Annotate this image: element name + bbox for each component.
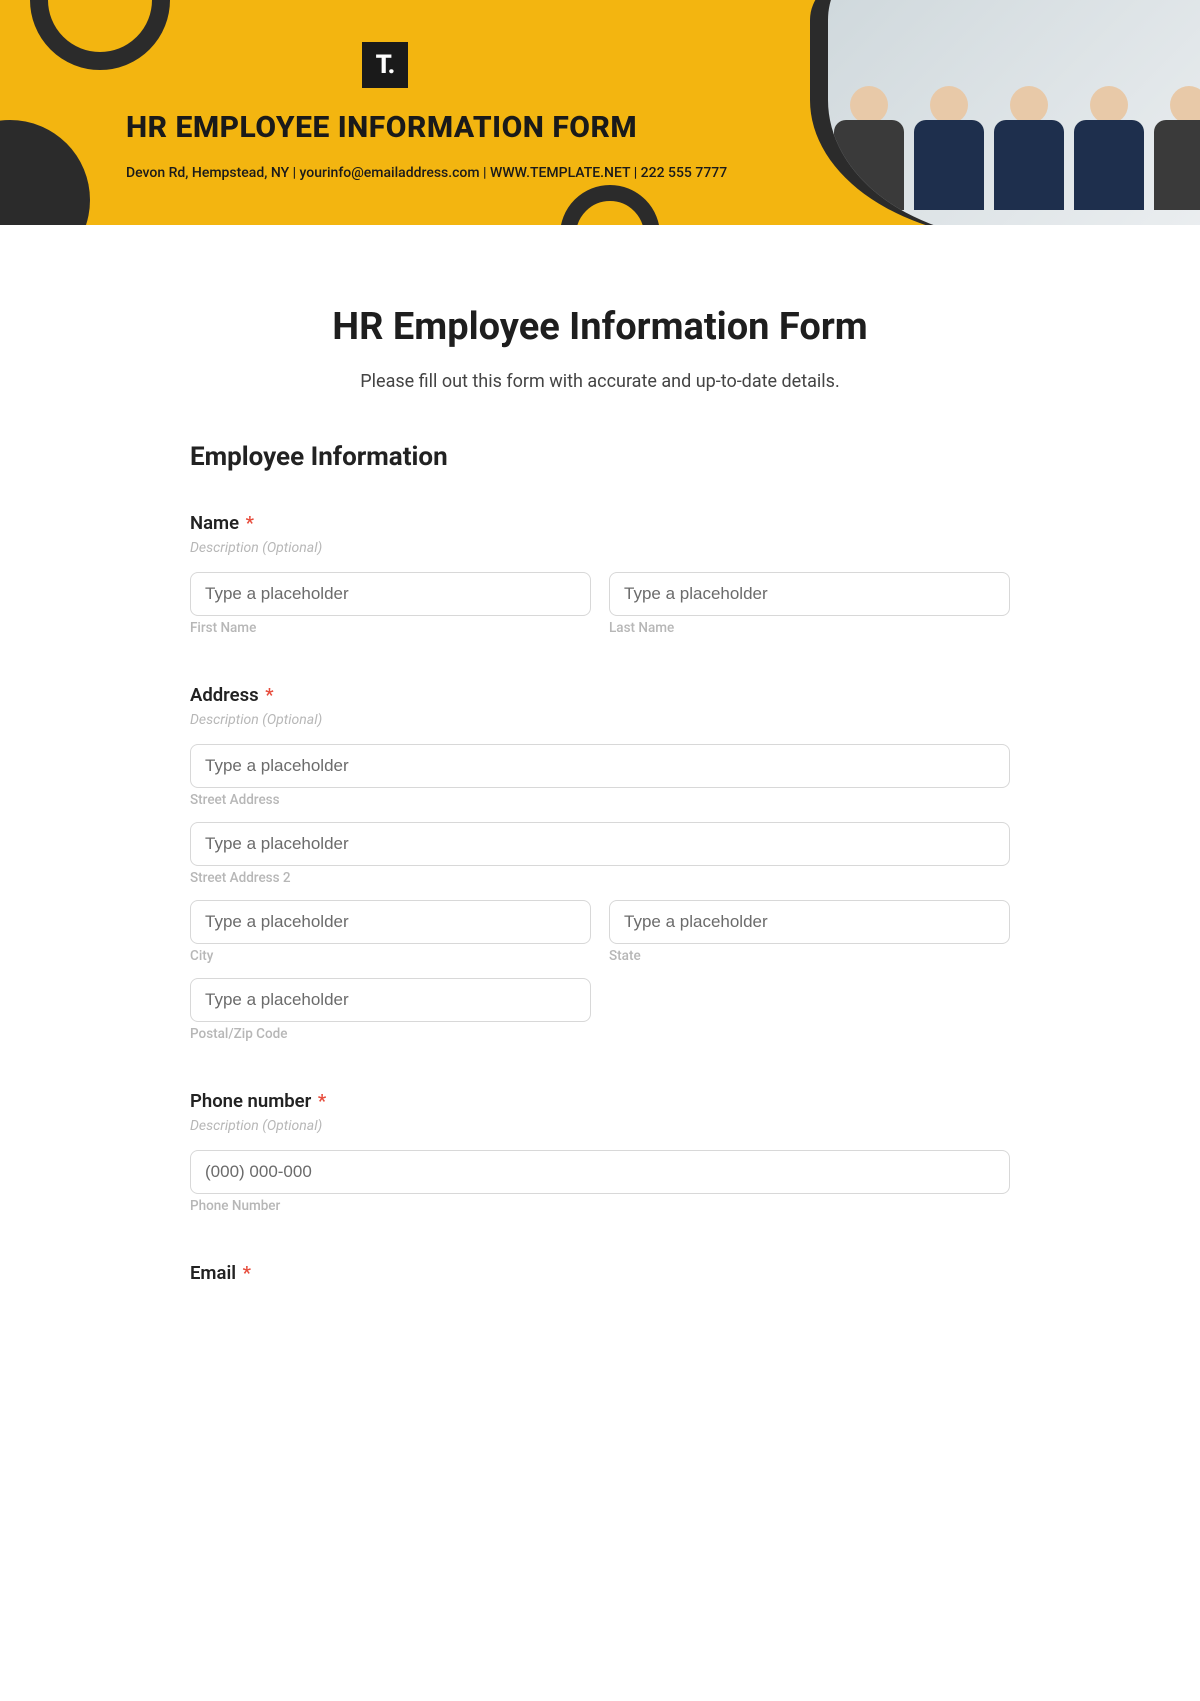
required-asterisk: * [318,1090,326,1112]
phone-label: Phone number * [190,1090,1010,1112]
phone-description: Description (Optional) [190,1118,1010,1134]
name-description: Description (Optional) [190,540,1010,556]
address-label-text: Address [190,684,259,706]
decor-ring-top-left [30,0,170,70]
brand-logo: T. [362,42,408,88]
last-name-input[interactable] [609,572,1010,616]
header-banner: T. HR EMPLOYEE INFORMATION FORM Devon Rd… [0,0,1200,225]
field-address: Address * Description (Optional) Street … [190,684,1010,1042]
page-intro: Please fill out this form with accurate … [190,371,1010,392]
city-sublabel: City [190,948,591,964]
banner-title: HR EMPLOYEE INFORMATION FORM [126,110,637,145]
last-name-sublabel: Last Name [609,620,1010,636]
required-asterisk: * [243,1262,251,1284]
email-label: Email * [190,1262,1010,1284]
required-asterisk: * [246,512,254,534]
name-label: Name * [190,512,1010,534]
email-label-text: Email [190,1262,236,1284]
field-name: Name * Description (Optional) First Name… [190,512,1010,636]
first-name-input[interactable] [190,572,591,616]
phone-number-sublabel: Phone Number [190,1198,1010,1214]
name-label-text: Name [190,512,239,534]
page-title: HR Employee Information Form [190,305,1010,349]
decor-circle-left [0,120,90,225]
section-heading: Employee Information [190,442,1010,472]
street-address-input[interactable] [190,744,1010,788]
field-phone: Phone number * Description (Optional) Ph… [190,1090,1010,1214]
form-page: HR Employee Information Form Please fill… [190,225,1010,1330]
state-input[interactable] [609,900,1010,944]
first-name-sublabel: First Name [190,620,591,636]
phone-number-input[interactable] [190,1150,1010,1194]
field-email: Email * [190,1262,1010,1284]
zip-sublabel: Postal/Zip Code [190,1026,591,1042]
state-sublabel: State [609,948,1010,964]
banner-subtitle: Devon Rd, Hempstead, NY | yourinfo@email… [126,165,727,181]
address-description: Description (Optional) [190,712,1010,728]
banner-photo [810,0,1200,225]
address-label: Address * [190,684,1010,706]
street-address-2-sublabel: Street Address 2 [190,870,1010,886]
zip-input[interactable] [190,978,591,1022]
street-address-sublabel: Street Address [190,792,1010,808]
decor-ring-bottom [560,185,660,225]
city-input[interactable] [190,900,591,944]
street-address-2-input[interactable] [190,822,1010,866]
phone-label-text: Phone number [190,1090,311,1112]
required-asterisk: * [265,684,273,706]
